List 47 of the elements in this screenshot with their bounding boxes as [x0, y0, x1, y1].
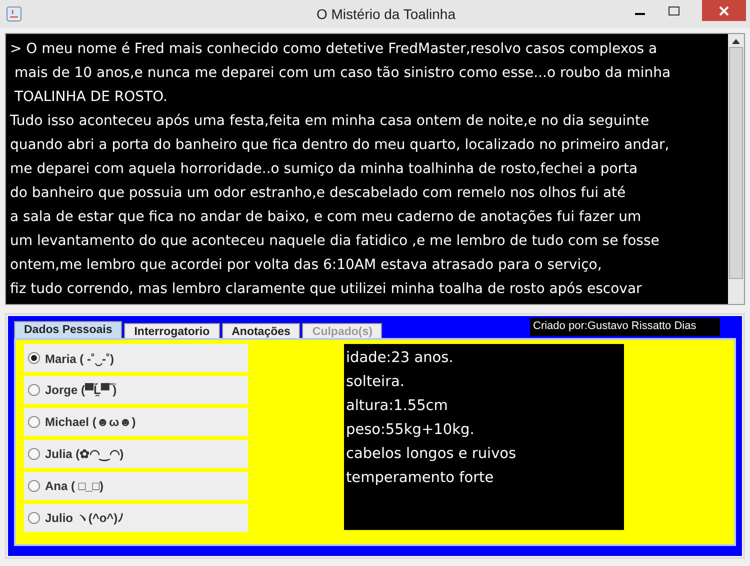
story-line: a sala de estar que fica no andar de baixo, e com meu caderno de anotações fui fazer um [10, 208, 642, 227]
suspect-radio-option[interactable]: Maria ( -˚‿-˚) [24, 344, 248, 372]
suspect-label: Julio ヽ(^o^)ﾉ [45, 510, 124, 526]
suspect-radio-option[interactable]: Julia (✿◠‿◠) [24, 440, 248, 468]
suspect-radio-option[interactable]: Julio ヽ(^o^)ﾉ [24, 504, 248, 532]
suspect-label: Julia (✿◠‿◠) [45, 447, 124, 461]
radio-icon[interactable] [28, 448, 40, 460]
story-line: do banheiro que possuia um odor estranho,e descabelado com remelo nos olhos fui até [10, 184, 627, 203]
tab[interactable]: Interrogatorio [124, 323, 220, 338]
story-line: > O meu nome é Fred mais conhecido como detetive FredMaster,resolvo casos complexos a [10, 40, 658, 59]
story-line: fiz tudo correndo, mas lembro claramente que utilizei minha toalha de rosto após escovar [10, 280, 643, 299]
story-line: ontem,me lembro que acordei por volta das 6:10AM estava atrasado para o serviço, [10, 256, 603, 275]
window-title: O Mistério da Toalinha [316, 6, 456, 22]
suspect-label: Maria ( -˚‿-˚) [45, 350, 114, 366]
suspect-radio-option[interactable]: Jorge (▀̿Ĺ̯▀̿ ̿) [24, 376, 248, 404]
close-icon [719, 6, 729, 16]
detail-line: cabelos longos e ruivos [346, 445, 518, 464]
story-line: Tudo isso aconteceu após uma festa,feita em minha casa ontem de noite,e no dia seguinte [10, 112, 650, 131]
scroll-up-arrow-icon[interactable] [731, 37, 741, 45]
story-line: mais de 10 anos,e nunca me deparei com um caso tão sinistro como esse...o roubo da minha [13, 64, 672, 83]
story-line: um levantamento do que aconteceu naquele dia fatidico ,e me lembro de tudo com se fosse [10, 232, 660, 251]
credit-label: Criado por:Gustavo Rissatto Dias [530, 318, 720, 336]
story-line: TOALINHA DE ROSTO. [13, 88, 168, 107]
story-line: me deparei com aquela horroridade..o sumiço da minha toalhinha de rosto,fechei a porta [10, 160, 639, 179]
tab[interactable]: Anotações [222, 323, 300, 338]
maximize-icon[interactable] [668, 6, 680, 16]
suspect-label: Jorge (▀̿Ĺ̯▀̿ ̿) [45, 383, 117, 397]
radio-icon[interactable] [28, 384, 40, 396]
scrollbar[interactable] [728, 34, 744, 304]
suspect-label: Michael (☻ω☻) [45, 415, 136, 429]
detail-line: idade:23 anos. [346, 349, 454, 368]
detail-line: temperamento forte [346, 469, 495, 488]
story-line: quando abri a porta do banheiro que fica dentro do meu quarto, localizado no primeiro andar, [10, 136, 670, 155]
suspect-label: Ana ( □_□) [45, 479, 104, 493]
detail-line: peso:55kg+10kg. [346, 421, 476, 440]
close-button[interactable] [702, 0, 746, 21]
story-text-area[interactable] [6, 34, 728, 304]
detail-line: solteira. [346, 373, 406, 392]
detail-line: altura:1.55cm [346, 397, 449, 416]
radio-icon[interactable] [28, 512, 40, 524]
tab[interactable]: Dados Pessoais [14, 321, 122, 338]
app-icon [6, 6, 22, 22]
radio-icon[interactable] [28, 416, 40, 428]
suspect-radio-option[interactable]: Michael (☻ω☻) [24, 408, 248, 436]
radio-icon[interactable] [28, 352, 40, 364]
radio-icon[interactable] [28, 480, 40, 492]
suspect-radio-option[interactable]: Ana ( □_□) [24, 472, 248, 500]
